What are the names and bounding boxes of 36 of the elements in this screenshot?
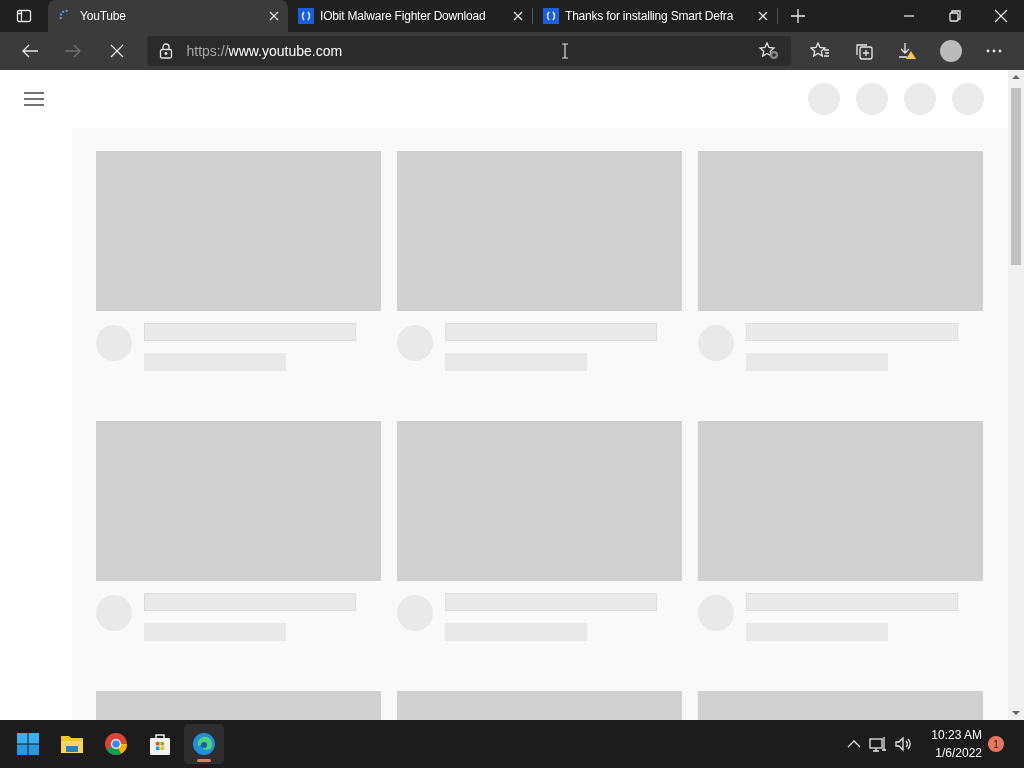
collections-icon[interactable] (853, 42, 874, 60)
browser-icon[interactable] (104, 732, 128, 756)
close-icon[interactable] (757, 10, 769, 22)
store-bag-icon[interactable] (148, 732, 172, 756)
browser-tab[interactable]: YouTube (48, 0, 288, 32)
close-icon[interactable] (268, 10, 280, 22)
text-cursor-icon (560, 43, 569, 59)
stop-icon[interactable] (109, 44, 124, 58)
back-icon[interactable] (20, 43, 39, 59)
close-icon[interactable] (512, 10, 524, 22)
browser-tab[interactable]: Thanks for installing Smart Defra (533, 0, 777, 32)
site-favicon-icon (298, 8, 314, 24)
profile-avatar[interactable] (939, 40, 962, 62)
clock[interactable]: 10:23 AM 1/6/2022 (913, 726, 988, 762)
more-options-icon[interactable] (986, 49, 1003, 53)
tab-actions-icon[interactable] (16, 8, 32, 24)
browser-tab[interactable]: IObit Malware Fighter Download (288, 0, 532, 32)
notification-badge[interactable]: 1 (988, 736, 1004, 752)
address-field[interactable]: https://www.youtube.com (146, 36, 791, 66)
restore-icon[interactable] (949, 10, 961, 22)
edge-browser-icon[interactable] (192, 732, 216, 756)
volume-icon[interactable] (895, 736, 914, 752)
scroll-up-icon[interactable] (1011, 74, 1021, 80)
lock-icon (158, 43, 173, 59)
menu-icon[interactable] (24, 92, 44, 106)
scrollbar-thumb[interactable] (1011, 88, 1021, 265)
add-favorite-icon[interactable] (758, 42, 779, 60)
close-icon[interactable] (994, 9, 1008, 23)
new-tab-icon[interactable] (790, 8, 806, 24)
scroll-down-icon[interactable] (1011, 710, 1021, 716)
start-icon[interactable] (16, 732, 40, 756)
download-warning-icon[interactable] (897, 42, 918, 60)
show-hidden-icons-icon[interactable] (847, 740, 862, 748)
favorites-icon[interactable] (810, 42, 831, 60)
site-favicon-icon (543, 8, 559, 24)
network-icon[interactable] (869, 736, 888, 752)
